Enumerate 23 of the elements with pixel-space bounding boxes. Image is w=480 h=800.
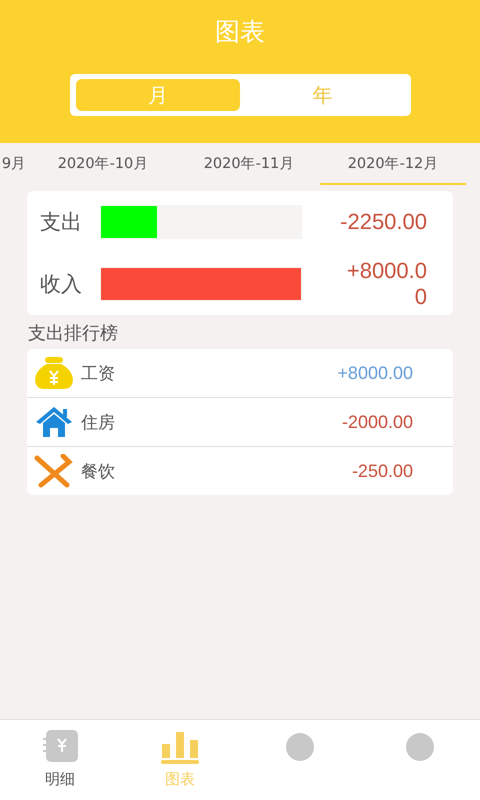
category-amount: +8000.00 [337,362,413,384]
bar-chart-icon [161,730,199,764]
page-title: 图表 [215,16,265,48]
tab-icon [283,730,317,764]
section-title: 支出排行榜 [28,322,119,345]
money-bag-icon [33,356,75,390]
category-name: 餐饮 [81,460,115,482]
summary-amount: -2250.00 [339,209,427,235]
nav-tab[interactable]: 明细 [0,720,120,800]
month-tab[interactable]: 2020年-11月 [178,143,320,185]
notebook-icon [42,730,78,764]
category-name: 工资 [81,362,115,384]
tab-icon [403,730,437,764]
summary-label: 收入 [40,271,83,298]
category-amount: -2000.00 [342,412,413,432]
category-name: 住房 [81,412,115,434]
month-tab[interactable]: 2020年-10月 [28,143,178,185]
category-amount: -250.00 [352,460,413,482]
fork-and-knife-icon [33,454,75,488]
summary-amount: +8000.00 [346,258,427,310]
month-tab[interactable]: 2020年-12月 [320,143,466,185]
month-tab[interactable]: 9月 [0,143,28,185]
summary-label: 支出 [40,209,83,236]
